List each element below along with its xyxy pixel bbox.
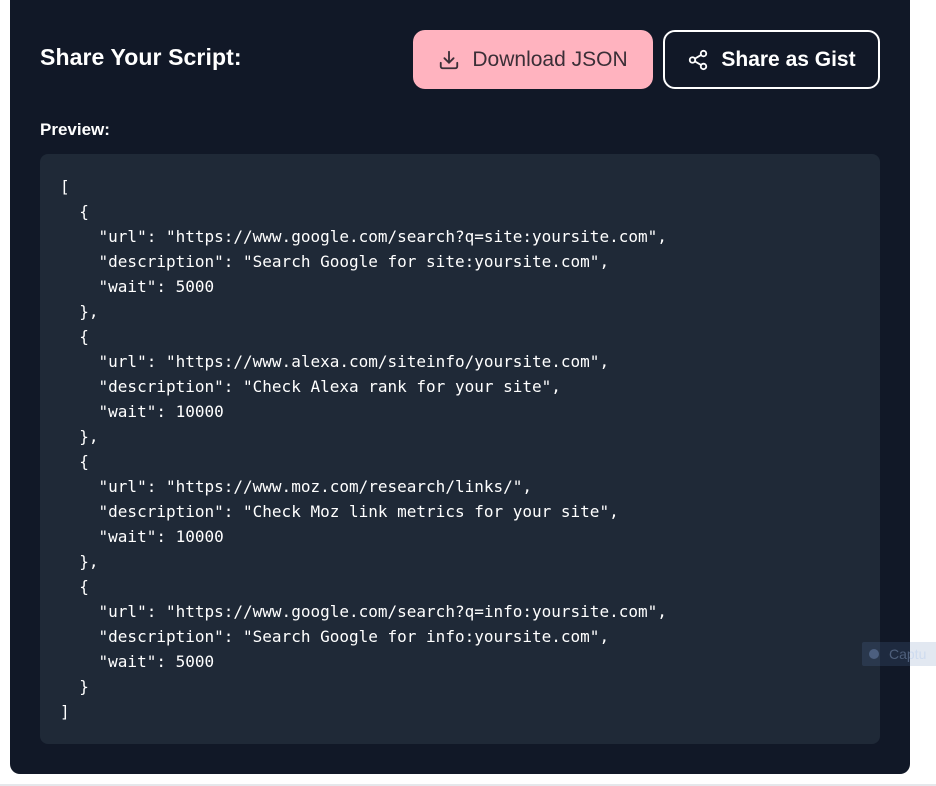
capture-icon <box>869 649 879 659</box>
panel-title: Share Your Script: <box>40 44 242 70</box>
preview-label: Preview: <box>40 120 110 139</box>
share-script-panel: Share Your Script: Download JSON Share a… <box>10 0 910 774</box>
share-icon <box>687 49 709 71</box>
json-preview-code: [ { "url": "https://www.google.com/searc… <box>60 177 667 721</box>
json-preview-box[interactable]: [ { "url": "https://www.google.com/searc… <box>40 154 880 744</box>
capture-widget[interactable]: Captu <box>862 642 936 666</box>
capture-label: Captu <box>889 646 927 662</box>
share-gist-button[interactable]: Share as Gist <box>663 30 880 89</box>
share-gist-label: Share as Gist <box>721 47 856 71</box>
download-json-label: Download JSON <box>472 47 628 71</box>
download-json-button[interactable]: Download JSON <box>413 30 653 89</box>
download-icon <box>438 49 460 71</box>
